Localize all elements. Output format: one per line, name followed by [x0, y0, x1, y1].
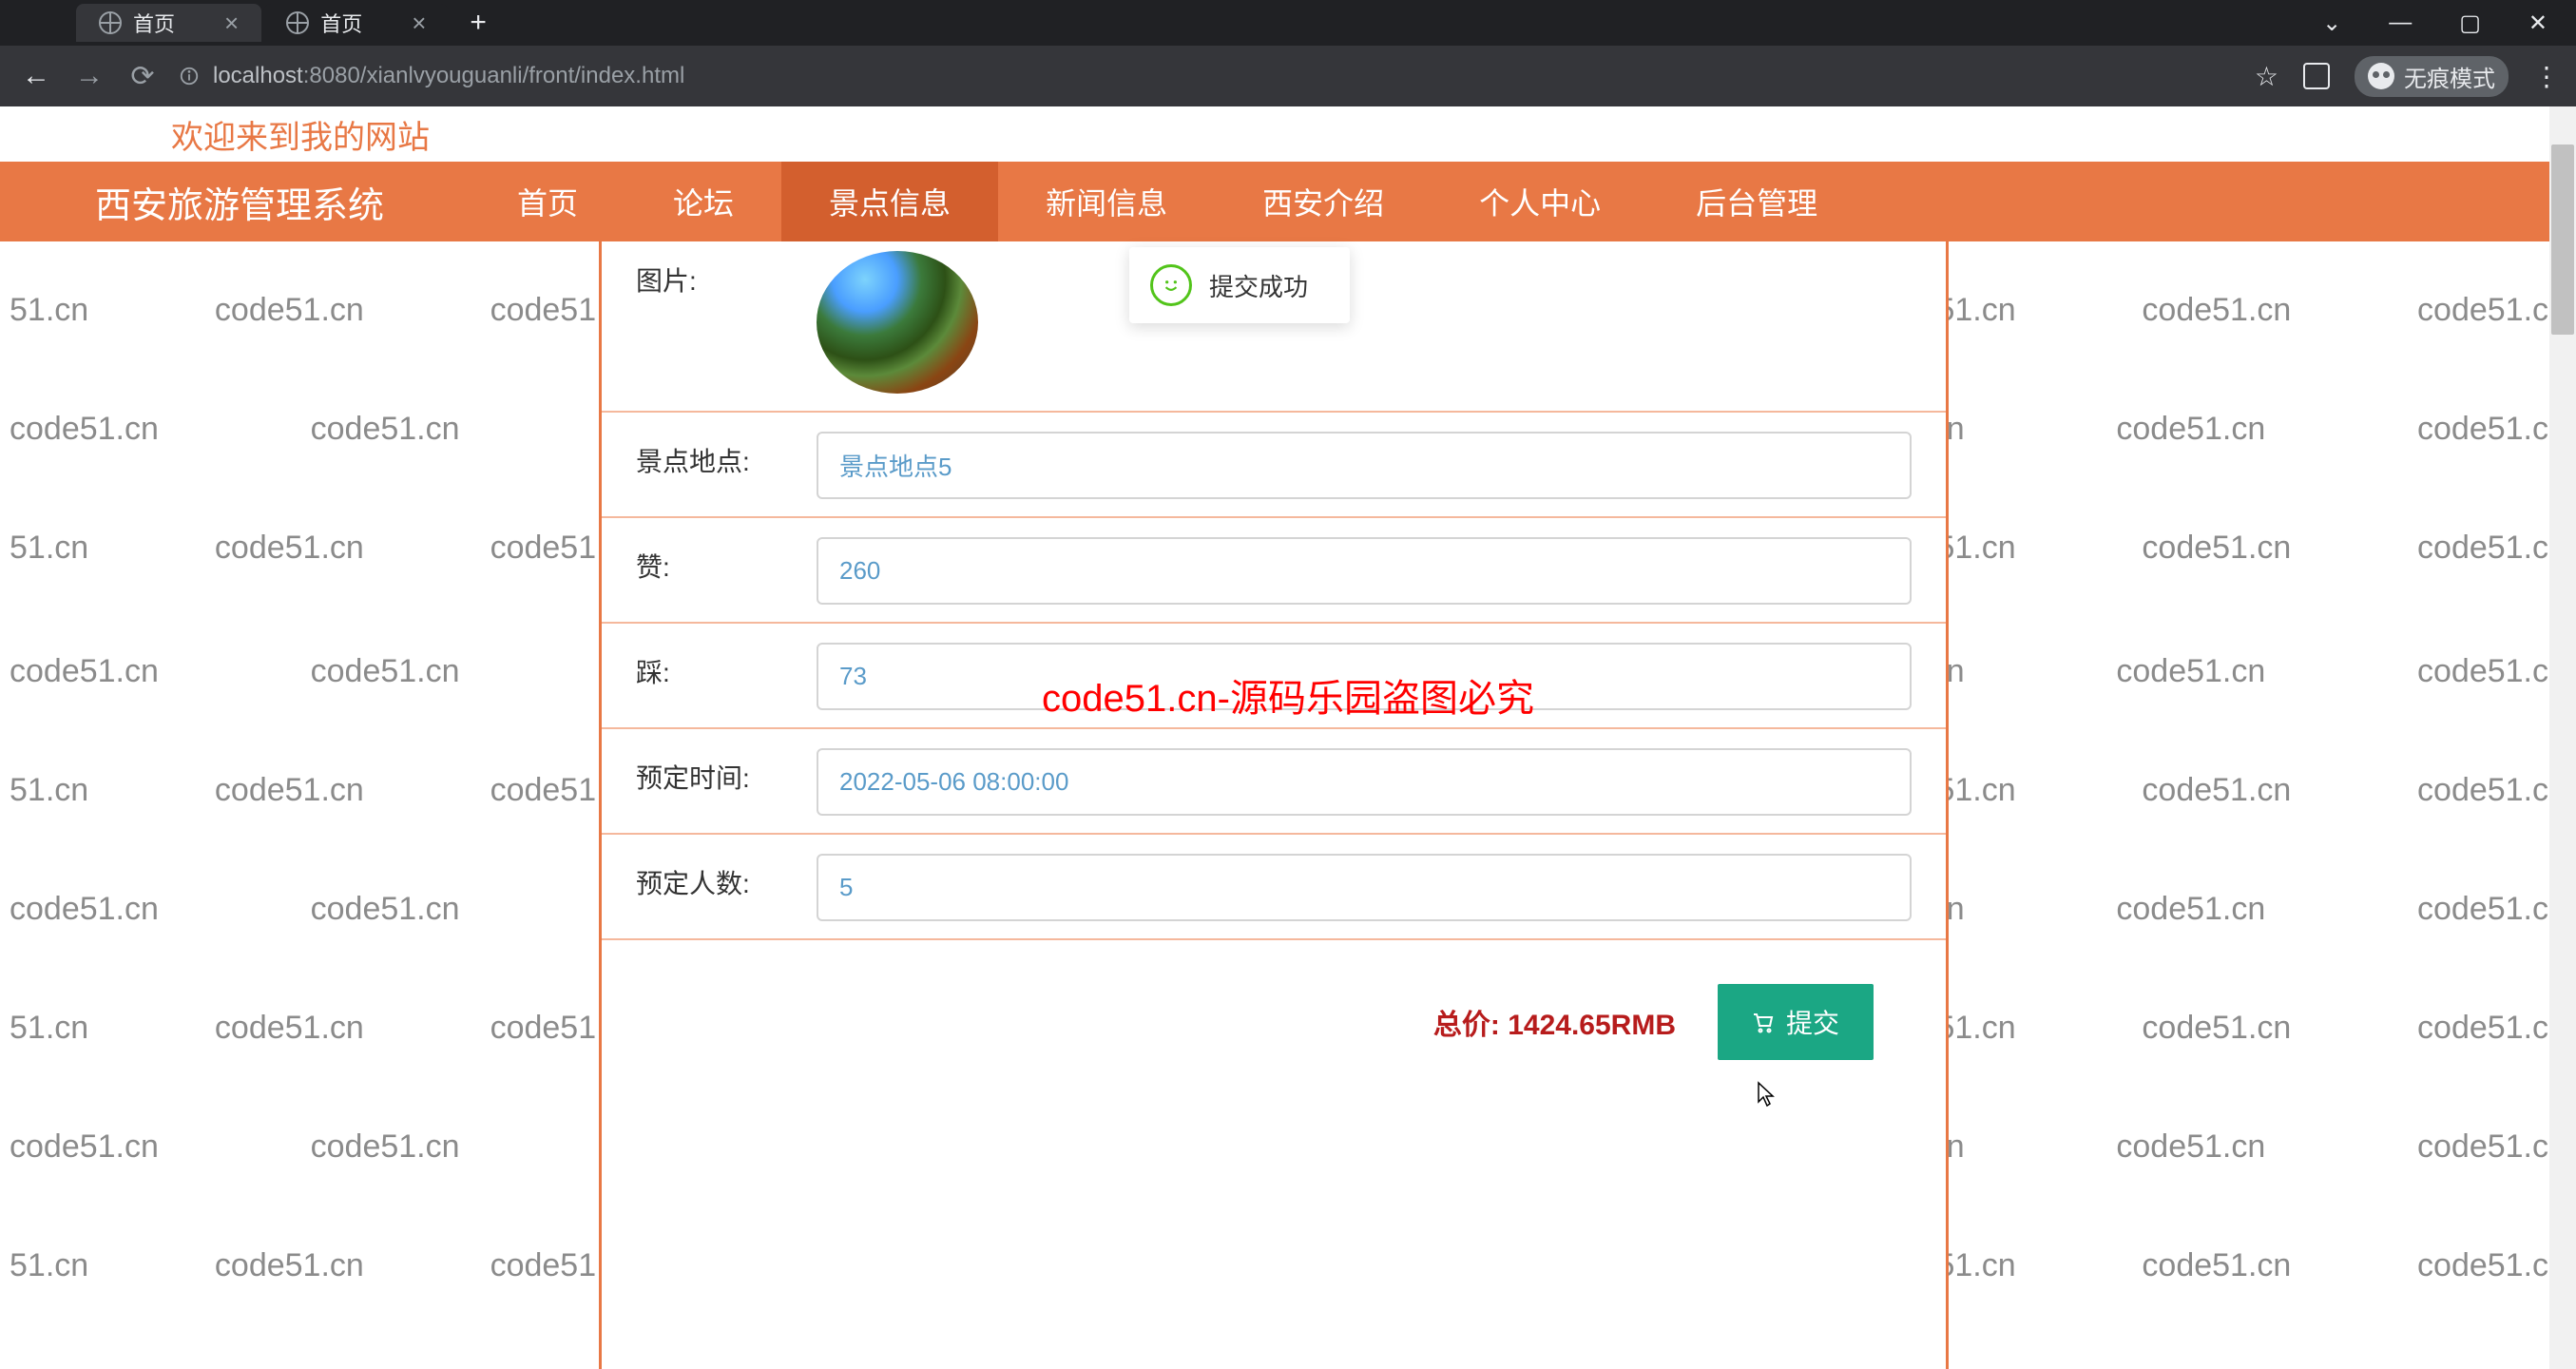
nav-item-news[interactable]: 新闻信息 — [998, 162, 1215, 241]
booking-count-label: 预定人数: — [636, 854, 817, 901]
submit-label: 提交 — [1786, 1003, 1839, 1041]
tab-title: 首页 — [320, 8, 362, 38]
url-port: :8080 — [303, 63, 360, 88]
attraction-image[interactable] — [817, 251, 978, 394]
incognito-badge[interactable]: 无痕模式 — [2355, 56, 2509, 97]
url-path: /xianlvyouguanli/front/index.html — [360, 63, 685, 88]
submit-button[interactable]: 提交 — [1718, 984, 1874, 1060]
booking-count-input[interactable] — [817, 854, 1912, 921]
booking-time-input[interactable] — [817, 748, 1912, 816]
tab-title: 首页 — [133, 8, 175, 38]
window-controls: ⌄ — ▢ ✕ — [2322, 10, 2576, 37]
site-info-icon[interactable] — [179, 66, 200, 87]
new-tab-button[interactable]: + — [451, 7, 506, 39]
success-toast: 提交成功 — [1129, 247, 1350, 323]
forward-button[interactable]: → — [72, 60, 106, 92]
reload-button[interactable]: ⟳ — [125, 60, 160, 93]
main-nav: 西安旅游管理系统 首页 论坛 景点信息 新闻信息 西安介绍 个人中心 后台管理 — [0, 162, 2576, 241]
browser-tab-2[interactable]: 首页 × — [263, 4, 449, 42]
browser-tab-strip: 首页 × 首页 × + ⌄ — ▢ ✕ — [0, 0, 2576, 46]
browser-menu-icon[interactable]: ⋮ — [2533, 61, 2557, 92]
maximize-icon[interactable]: ▢ — [2459, 10, 2481, 37]
nav-item-attraction[interactable]: 景点信息 — [781, 162, 998, 241]
dislike-input[interactable] — [817, 643, 1912, 710]
location-input[interactable] — [817, 432, 1912, 499]
vertical-scrollbar[interactable] — [2549, 106, 2576, 1369]
booking-time-label: 预定时间: — [636, 748, 817, 796]
total-price: 总价: 1424.65RMB — [1433, 1001, 1676, 1043]
address-bar: ← → ⟳ localhost:8080/xianlvyouguanli/fro… — [0, 46, 2576, 106]
window-dropdown-icon[interactable]: ⌄ — [2322, 10, 2341, 37]
welcome-strip: 欢迎来到我的网站 — [0, 106, 2576, 162]
back-button[interactable]: ← — [19, 60, 53, 92]
bookmark-icon[interactable]: ☆ — [2255, 61, 2278, 92]
close-icon[interactable]: × — [224, 9, 239, 38]
extensions-icon[interactable] — [2303, 63, 2330, 89]
nav-item-forum[interactable]: 论坛 — [625, 162, 781, 241]
url-field[interactable]: localhost:8080/xianlvyouguanli/front/ind… — [179, 63, 684, 89]
cart-icon — [1752, 1011, 1775, 1033]
form-row-booking-time: 预定时间: — [602, 729, 1946, 835]
like-label: 赞: — [636, 537, 817, 585]
browser-tab-1[interactable]: 首页 × — [76, 4, 261, 42]
incognito-icon — [2368, 63, 2394, 89]
close-window-icon[interactable]: ✕ — [2528, 10, 2547, 37]
form-row-booking-count: 预定人数: — [602, 835, 1946, 940]
page-content: 51.cncode51.cncode51.cncode51.cncode51.c… — [0, 106, 2576, 1369]
success-icon — [1150, 264, 1192, 306]
url-host: localhost — [213, 63, 303, 88]
globe-icon — [99, 11, 122, 34]
location-label: 景点地点: — [636, 432, 817, 479]
image-label: 图片: — [636, 251, 817, 299]
form-row-dislike: 踩: — [602, 624, 1946, 729]
form-row-like: 赞: — [602, 518, 1946, 624]
welcome-text: 欢迎来到我的网站 — [171, 111, 430, 158]
close-icon[interactable]: × — [412, 9, 426, 38]
submit-row: 总价: 1424.65RMB 提交 — [602, 940, 1946, 1098]
incognito-label: 无痕模式 — [2404, 60, 2495, 93]
globe-icon — [286, 11, 309, 34]
like-input[interactable] — [817, 537, 1912, 605]
minimize-icon[interactable]: — — [2389, 10, 2412, 37]
dislike-label: 踩: — [636, 643, 817, 690]
nav-item-intro[interactable]: 西安介绍 — [1215, 162, 1432, 241]
nav-item-profile[interactable]: 个人中心 — [1432, 162, 1648, 241]
form-row-location: 景点地点: — [602, 413, 1946, 518]
nav-item-home[interactable]: 首页 — [470, 162, 625, 241]
form-card: 图片: 景点地点: 赞: 踩: 预定时间: — [599, 241, 1949, 1369]
brand-title: 西安旅游管理系统 — [0, 176, 470, 228]
nav-item-admin[interactable]: 后台管理 — [1648, 162, 1865, 241]
toast-message: 提交成功 — [1209, 268, 1308, 303]
scrollbar-thumb[interactable] — [2551, 145, 2574, 335]
